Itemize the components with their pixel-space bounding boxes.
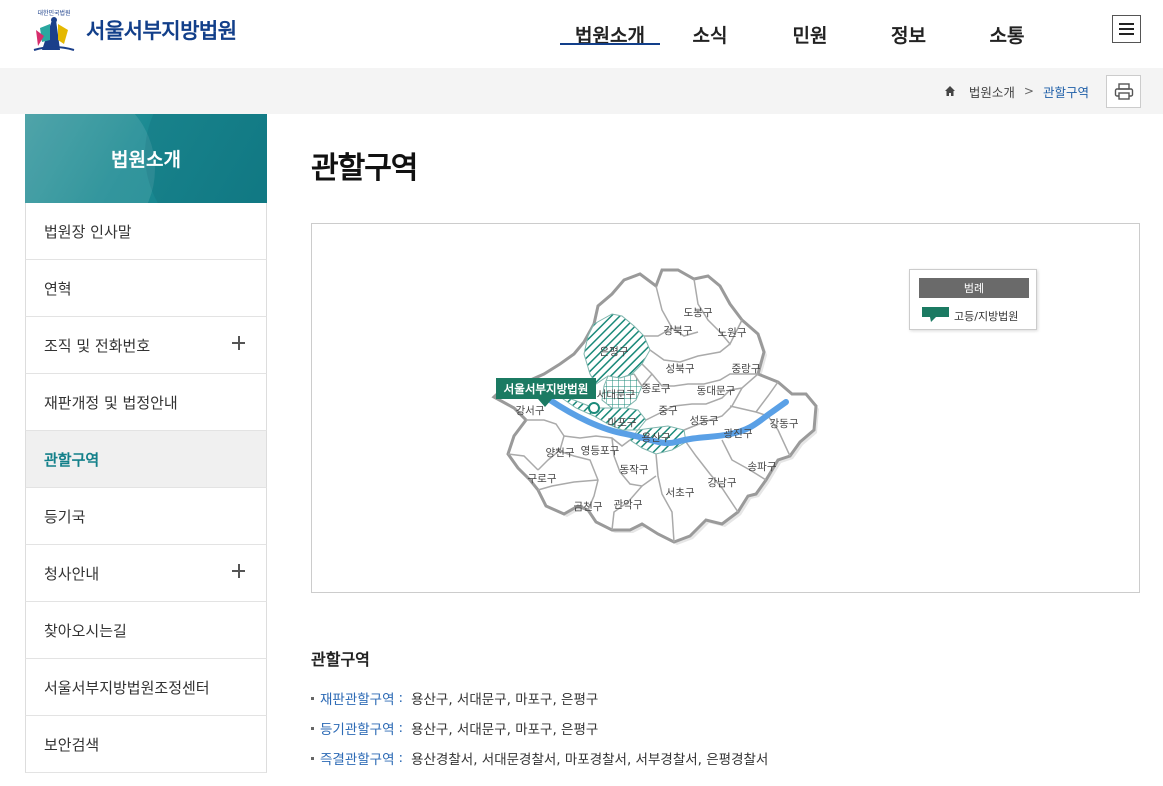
sidebar-item-trial-info[interactable]: 재판개정 및 법정안내 <box>25 374 267 431</box>
print-button[interactable] <box>1106 75 1141 108</box>
district-label: 영등포구 <box>581 445 620 457</box>
district-label: 관악구 <box>614 499 643 511</box>
legend-title: 범례 <box>919 278 1029 298</box>
sidebar-item-label: 보안검색 <box>44 735 100 754</box>
site-logo[interactable]: 대한민국법원 서울서부지방법원 <box>28 6 237 54</box>
sidebar-item-building[interactable]: 청사안내 <box>25 545 267 602</box>
logo-caption: 대한민국법원 <box>37 9 70 17</box>
sidebar-item-label: 찾아오시는길 <box>44 621 127 640</box>
info-row-registry: 등기관할구역: 용산구, 서대문구, 마포구, 은평구 <box>311 718 598 738</box>
home-icon[interactable] <box>943 84 957 98</box>
district-label: 강남구 <box>708 477 737 489</box>
sidebar-item-label: 법원장 인사말 <box>44 222 132 241</box>
sidebar-item-organization[interactable]: 조직 및 전화번호 <box>25 317 267 374</box>
info-row-summary: 즉결관할구역: 용산경찰서, 서대문경찰서, 마포경찰서, 서부경찰서, 은평경… <box>311 748 768 768</box>
sidebar-item-greeting[interactable]: 법원장 인사말 <box>25 203 267 260</box>
district-label: 광진구 <box>724 428 753 440</box>
info-key: 재판관할구역 <box>320 692 395 708</box>
bullet-icon <box>311 756 314 760</box>
sidebar-item-history[interactable]: 연혁 <box>25 260 267 317</box>
sidebar-item-directions[interactable]: 찾아오시는길 <box>25 602 267 659</box>
hamburger-menu-icon[interactable] <box>1112 15 1141 43</box>
sidebar-item-label: 연혁 <box>44 279 72 298</box>
chevron-right-icon: > <box>1023 84 1034 98</box>
district-label: 마포구 <box>608 417 637 429</box>
district-label: 도봉구 <box>684 307 713 319</box>
breadcrumb-current: 관할구역 <box>1042 84 1089 100</box>
sidebar-item-label: 서울서부지방법원조정센터 <box>44 678 210 697</box>
district-label: 금천구 <box>574 501 603 513</box>
district-label: 성북구 <box>666 363 695 375</box>
sidebar-item-security[interactable]: 보안검색 <box>25 716 267 773</box>
site-name: 서울서부지방법원 <box>86 19 237 43</box>
bullet-icon <box>311 696 314 700</box>
info-key: 즉결관할구역 <box>320 752 395 768</box>
sidebar-title: 법원소개 <box>111 149 181 171</box>
map-legend: 범례 고등/지방법원 <box>909 269 1037 330</box>
district-label: 강북구 <box>664 325 693 337</box>
legend-label: 고등/지방법원 <box>954 310 1019 323</box>
district-label: 은평구 <box>600 346 629 358</box>
district-label: 용산구 <box>642 432 671 444</box>
district-label: 중구 <box>658 405 678 417</box>
district-label: 송파구 <box>748 461 777 473</box>
district-label: 동대문구 <box>697 385 736 397</box>
court-emblem-icon: 대한민국법원 <box>28 6 80 54</box>
section-title: 관할구역 <box>311 650 370 669</box>
page-title: 관할구역 <box>311 151 418 186</box>
court-location-name: 서울서부지방법원 <box>504 382 589 396</box>
sidebar-item-label: 관할구역 <box>44 450 100 469</box>
district-label: 중랑구 <box>732 363 761 375</box>
sidebar-item-label: 등기국 <box>44 507 86 526</box>
district-label: 양천구 <box>546 447 575 459</box>
district-label: 성동구 <box>690 415 719 427</box>
sidebar-header: 법원소개 <box>25 114 267 203</box>
court-marker-icon <box>922 307 949 322</box>
sidebar-item-mediation[interactable]: 서울서부지방법원조정센터 <box>25 659 267 716</box>
breadcrumb: 법원소개 > 관할구역 <box>943 68 1089 114</box>
district-label: 종로구 <box>642 383 671 395</box>
plus-icon[interactable] <box>232 336 246 350</box>
sidebar-item-label: 청사안내 <box>44 564 100 583</box>
sidebar-item-label: 재판개정 및 법정안내 <box>44 393 178 412</box>
info-key: 등기관할구역 <box>320 722 395 738</box>
nav-info[interactable]: 정보 <box>860 0 957 68</box>
info-value: 용산경찰서, 서대문경찰서, 마포경찰서, 서부경찰서, 은평경찰서 <box>411 752 769 768</box>
district-label: 동작구 <box>620 464 649 476</box>
sidebar-item-registry[interactable]: 등기국 <box>25 488 267 545</box>
nav-news[interactable]: 소식 <box>660 0 760 68</box>
sidebar-item-label: 조직 및 전화번호 <box>44 336 151 355</box>
district-label: 강서구 <box>516 405 545 417</box>
district-label: 노원구 <box>718 327 747 339</box>
info-row-trial: 재판관할구역: 용산구, 서대문구, 마포구, 은평구 <box>311 688 598 708</box>
district-label: 구로구 <box>528 473 557 485</box>
district-label: 서대문구 <box>597 389 636 401</box>
nav-court-intro[interactable]: 법원소개 <box>560 0 660 68</box>
bullet-icon <box>311 726 314 730</box>
main-nav: 법원소개 소식 민원 정보 소통 <box>560 0 1057 68</box>
info-value: 용산구, 서대문구, 마포구, 은평구 <box>411 722 599 738</box>
breadcrumb-bar: 법원소개 > 관할구역 <box>0 68 1163 114</box>
printer-icon <box>1114 82 1133 100</box>
district-label: 서초구 <box>666 487 695 499</box>
sidebar: 법원소개 법원장 인사말 연혁 조직 및 전화번호 재판개정 및 법정안내 관할… <box>25 114 267 773</box>
info-value: 용산구, 서대문구, 마포구, 은평구 <box>411 692 599 708</box>
plus-icon[interactable] <box>232 564 246 578</box>
jurisdiction-map: 서울서부지방법원 도봉구 강북구 노원구 은평구 성북구 중랑구 종로구 동대문… <box>311 223 1140 593</box>
nav-communication[interactable]: 소통 <box>957 0 1057 68</box>
site-header: 대한민국법원 서울서부지방법원 법원소개 소식 민원 정보 소통 <box>0 0 1163 68</box>
breadcrumb-item[interactable]: 법원소개 <box>969 82 1015 101</box>
district-label: 강동구 <box>770 418 799 430</box>
sidebar-item-jurisdiction[interactable]: 관할구역 <box>25 431 267 488</box>
nav-civil[interactable]: 민원 <box>760 0 860 68</box>
